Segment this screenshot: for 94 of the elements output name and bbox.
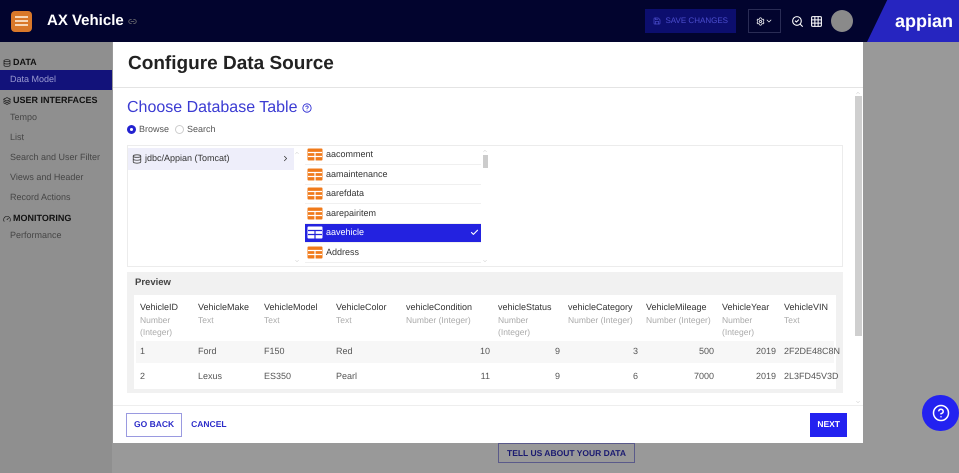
brand-name: appian: [894, 10, 953, 33]
section-title: MONITORING: [13, 212, 72, 226]
help-icon[interactable]: [302, 103, 312, 113]
cancel-button[interactable]: CANCEL: [191, 418, 227, 431]
caret-icon: [765, 17, 773, 25]
modal-title: Configure Data Source: [128, 52, 334, 76]
search-icon[interactable]: [791, 14, 804, 28]
scroll-up-icon[interactable]: [855, 90, 861, 96]
column-header: VehicleModel: [264, 300, 319, 314]
column-type: Number (Integer): [722, 314, 756, 338]
radio-label: Browse: [139, 123, 170, 136]
tell-us-button[interactable]: TELL US ABOUT YOUR DATA: [498, 443, 635, 463]
radio-button[interactable]: [127, 125, 136, 134]
table-cell-text: 10: [478, 345, 491, 358]
table-icon: [307, 206, 323, 220]
column-header: VehicleMileage: [646, 300, 708, 314]
check-icon: [470, 228, 479, 238]
table-cell-text: 2019: [754, 370, 777, 384]
app-logo-icon: [11, 10, 32, 32]
table-cell-text: 3: [632, 345, 639, 358]
scroll-up-icon[interactable]: [294, 150, 300, 156]
app-title: AX Vehicle: [47, 10, 124, 31]
column-type: Text: [264, 314, 281, 326]
table-list-item[interactable]: aamaintenance: [305, 165, 481, 184]
table-list-item[interactable]: aavehicle: [305, 224, 481, 243]
column-type: Text: [784, 314, 801, 326]
table-cell-text: Red: [335, 345, 354, 358]
section-icon: [3, 97, 11, 105]
help-button[interactable]: [922, 395, 959, 431]
scroll-up-icon[interactable]: [482, 148, 488, 154]
column-type: Text: [198, 314, 215, 326]
table-cell-text: 11: [480, 370, 491, 384]
table-cell-text: 7000: [692, 370, 715, 384]
sidebar-item[interactable]: Data Model: [0, 70, 112, 90]
column-header: VehicleColor: [336, 300, 388, 314]
scroll-thumb[interactable]: [854, 96, 862, 336]
table-cell-text: 9: [554, 370, 561, 384]
table-icon: [307, 168, 323, 181]
go-back-button[interactable]: GO BACK: [126, 412, 182, 436]
gear-icon: [756, 16, 765, 26]
scroll-down-icon[interactable]: [294, 258, 300, 264]
table-list-item[interactable]: Address: [305, 243, 481, 262]
table-list-item[interactable]: aacomment: [305, 146, 481, 165]
scroll-down-icon[interactable]: [482, 258, 488, 264]
section-icon: [3, 215, 11, 223]
section-icon: [3, 59, 11, 67]
preview-title: Preview: [134, 276, 172, 290]
section-title: DATA: [13, 56, 37, 70]
table-cell-text: Pearl: [335, 370, 358, 384]
table-cell-text: 500: [698, 345, 715, 358]
column-type: Number (Integer): [498, 314, 532, 338]
table-icon: [307, 187, 323, 200]
source-item[interactable]: jdbc/Appian (Tomcat): [128, 148, 294, 170]
save-icon: [653, 17, 662, 25]
scroll-down-icon[interactable]: [855, 399, 861, 405]
column-type: Text: [336, 314, 353, 326]
table-cell-text: F150: [263, 345, 286, 358]
column-header: VehicleMake: [198, 300, 250, 314]
next-button[interactable]: NEXT: [810, 412, 847, 436]
column-type: Number (Integer): [140, 314, 174, 338]
table-list-item[interactable]: aarefdata: [305, 184, 481, 204]
column-type: Number (Integer): [406, 314, 472, 326]
table-cell-text: 2F2DE48C8N: [783, 345, 842, 358]
link-icon: [128, 16, 137, 26]
table-cell-text: 1: [139, 345, 146, 358]
avatar[interactable]: [831, 10, 853, 32]
section-heading: Choose Database Table: [127, 98, 298, 118]
column-type: Number (Integer): [646, 314, 712, 326]
database-icon: [132, 154, 142, 164]
radio-label: Search: [187, 123, 216, 136]
table-cell-text: 9: [554, 345, 561, 358]
column-header: VehicleID: [140, 300, 180, 314]
table-cell-text: 6: [632, 370, 639, 384]
table-cell-text: ES350: [263, 370, 292, 384]
table-cell-text: 2019: [754, 345, 777, 358]
table-icon: [307, 226, 323, 240]
column-header: VehicleVIN: [784, 300, 830, 314]
table-icon: [307, 148, 323, 162]
chevron-icon: [281, 154, 290, 163]
table-cell-text: 2: [139, 370, 146, 384]
settings-button[interactable]: [748, 9, 781, 33]
column-header: VehicleYear: [722, 300, 770, 314]
table-cell-text: 2L3FD45V3D: [783, 370, 840, 384]
column-header: vehicleStatus: [498, 300, 553, 314]
column-header: vehicleCategory: [568, 300, 634, 314]
help-icon: [932, 404, 950, 422]
table-cell-text: Lexus: [197, 370, 224, 384]
table-cell-text: Ford: [197, 345, 218, 358]
column-header: vehicleCondition: [406, 300, 474, 314]
section-title: USER INTERFACES: [13, 94, 98, 108]
table-icon: [307, 246, 323, 259]
apps-grid-icon[interactable]: [810, 14, 823, 28]
scroll-thumb[interactable]: [482, 154, 488, 168]
column-type: Number (Integer): [568, 314, 634, 326]
